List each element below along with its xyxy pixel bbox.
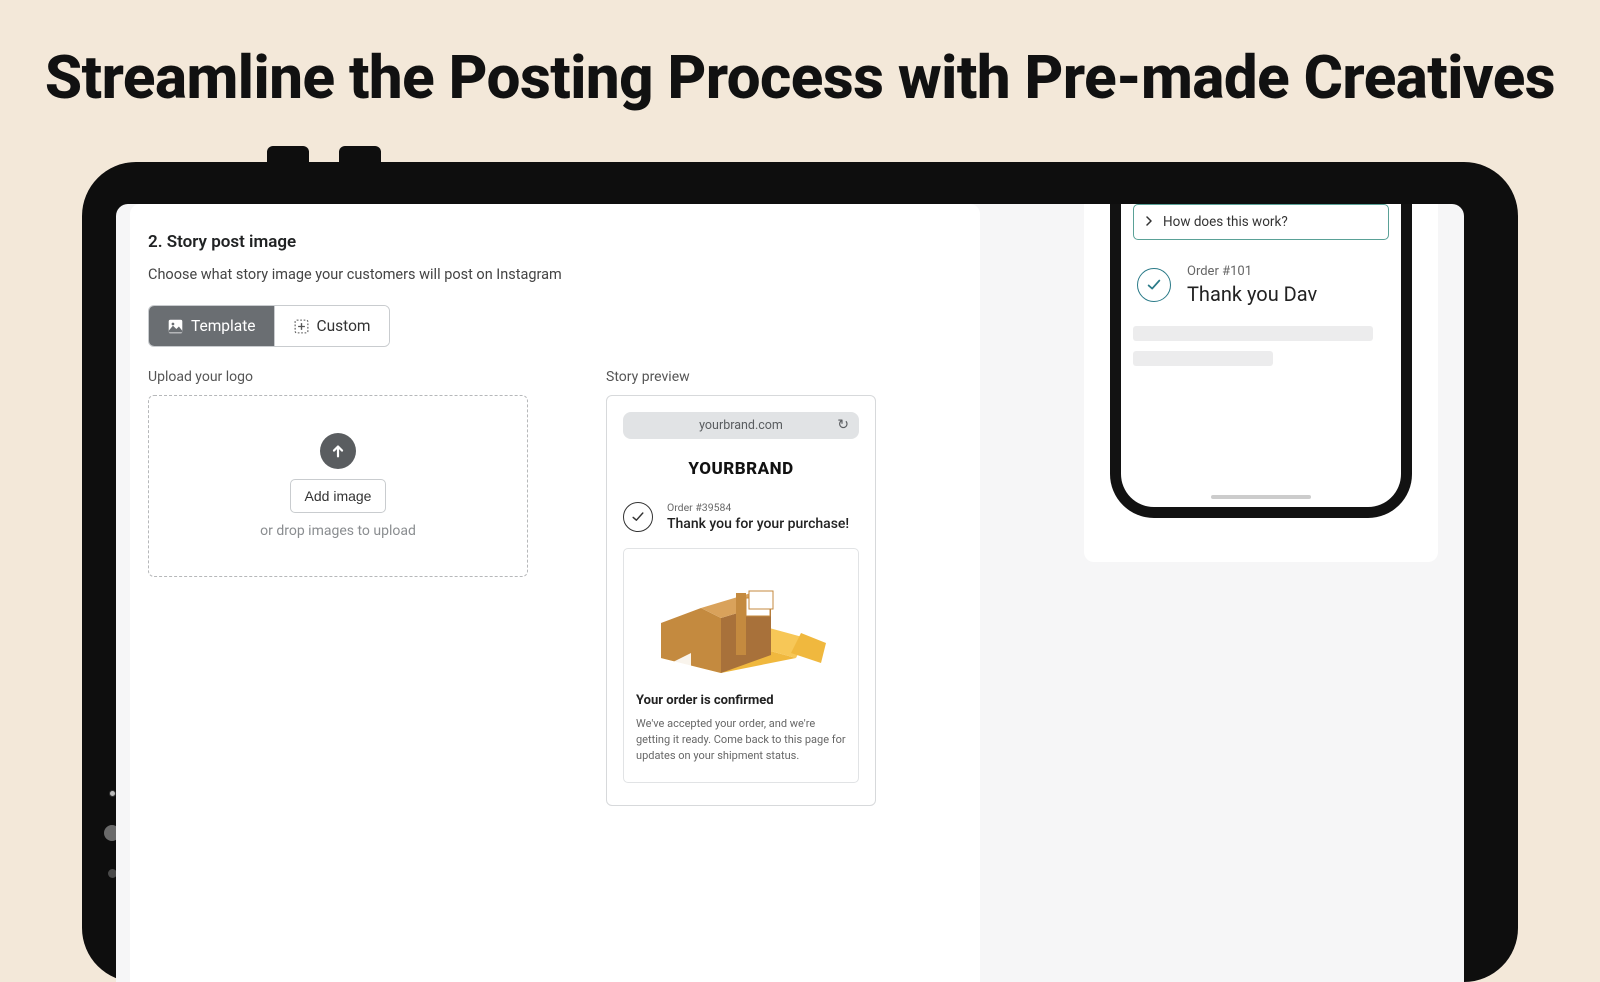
settings-card: 2. Story post image Choose what story im… bbox=[130, 204, 980, 982]
confirmed-body: We've accepted your order, and we're get… bbox=[636, 716, 846, 764]
chevron-right-icon bbox=[1144, 214, 1154, 230]
package-illustration bbox=[636, 563, 846, 683]
upload-arrow-icon bbox=[320, 433, 356, 469]
confirmed-title: Your order is confirmed bbox=[636, 693, 846, 708]
url-text: yourbrand.com bbox=[699, 418, 783, 433]
brand-logo: YOURBRAND bbox=[623, 459, 859, 479]
check-circle-icon bbox=[623, 502, 653, 532]
tablet-buttons bbox=[267, 146, 391, 166]
custom-icon bbox=[293, 318, 310, 335]
order-number: Order #39584 bbox=[667, 501, 849, 514]
tab-template-label: Template bbox=[191, 317, 256, 335]
phone-thank-you: Thank you Dav bbox=[1187, 282, 1317, 306]
how-does-this-work-label: How does this work? bbox=[1163, 214, 1288, 230]
how-does-this-work-row[interactable]: How does this work? bbox=[1133, 204, 1389, 240]
section-title: 2. Story post image bbox=[148, 232, 962, 252]
phone-order-row: Order #101 Thank you Dav bbox=[1133, 264, 1389, 306]
browser-url-bar: yourbrand.com ↻ bbox=[623, 412, 859, 439]
tablet-frame: 2. Story post image Choose what story im… bbox=[82, 162, 1518, 982]
phone-mock: How does this work? Order #101 Thank you… bbox=[1110, 204, 1412, 518]
check-circle-icon bbox=[1137, 268, 1171, 302]
add-image-button[interactable]: Add image bbox=[290, 479, 387, 513]
image-icon bbox=[167, 318, 184, 335]
thank-you-text: Thank you for your purchase! bbox=[667, 516, 849, 532]
home-indicator bbox=[1211, 495, 1311, 499]
image-type-tabs: Template Custom bbox=[148, 305, 390, 347]
tab-custom[interactable]: Custom bbox=[275, 306, 389, 346]
tab-template[interactable]: Template bbox=[149, 306, 274, 346]
logo-dropzone[interactable]: Add image or drop images to upload bbox=[148, 395, 528, 577]
skeleton-line bbox=[1133, 351, 1273, 366]
order-confirm-row: Order #39584 Thank you for your purchase… bbox=[623, 501, 859, 532]
mobile-preview-card: How does this work? Order #101 Thank you… bbox=[1084, 204, 1438, 562]
hero-title: Streamline the Posting Process with Pre-… bbox=[0, 0, 1600, 113]
skeleton-line bbox=[1133, 326, 1373, 341]
phone-order-number: Order #101 bbox=[1187, 264, 1317, 279]
upload-label: Upload your logo bbox=[148, 369, 528, 385]
drop-hint-text: or drop images to upload bbox=[260, 523, 416, 539]
section-subtitle: Choose what story image your customers w… bbox=[148, 266, 962, 283]
tablet-screen: 2. Story post image Choose what story im… bbox=[116, 204, 1464, 982]
story-preview-card: yourbrand.com ↻ YOURBRAND Order #39584 T… bbox=[606, 395, 876, 806]
preview-label: Story preview bbox=[606, 369, 876, 385]
confirmation-inner-card: Your order is confirmed We've accepted y… bbox=[623, 548, 859, 783]
reload-icon: ↻ bbox=[837, 417, 849, 433]
tab-custom-label: Custom bbox=[317, 317, 371, 335]
camera-dot-icon bbox=[109, 790, 116, 797]
